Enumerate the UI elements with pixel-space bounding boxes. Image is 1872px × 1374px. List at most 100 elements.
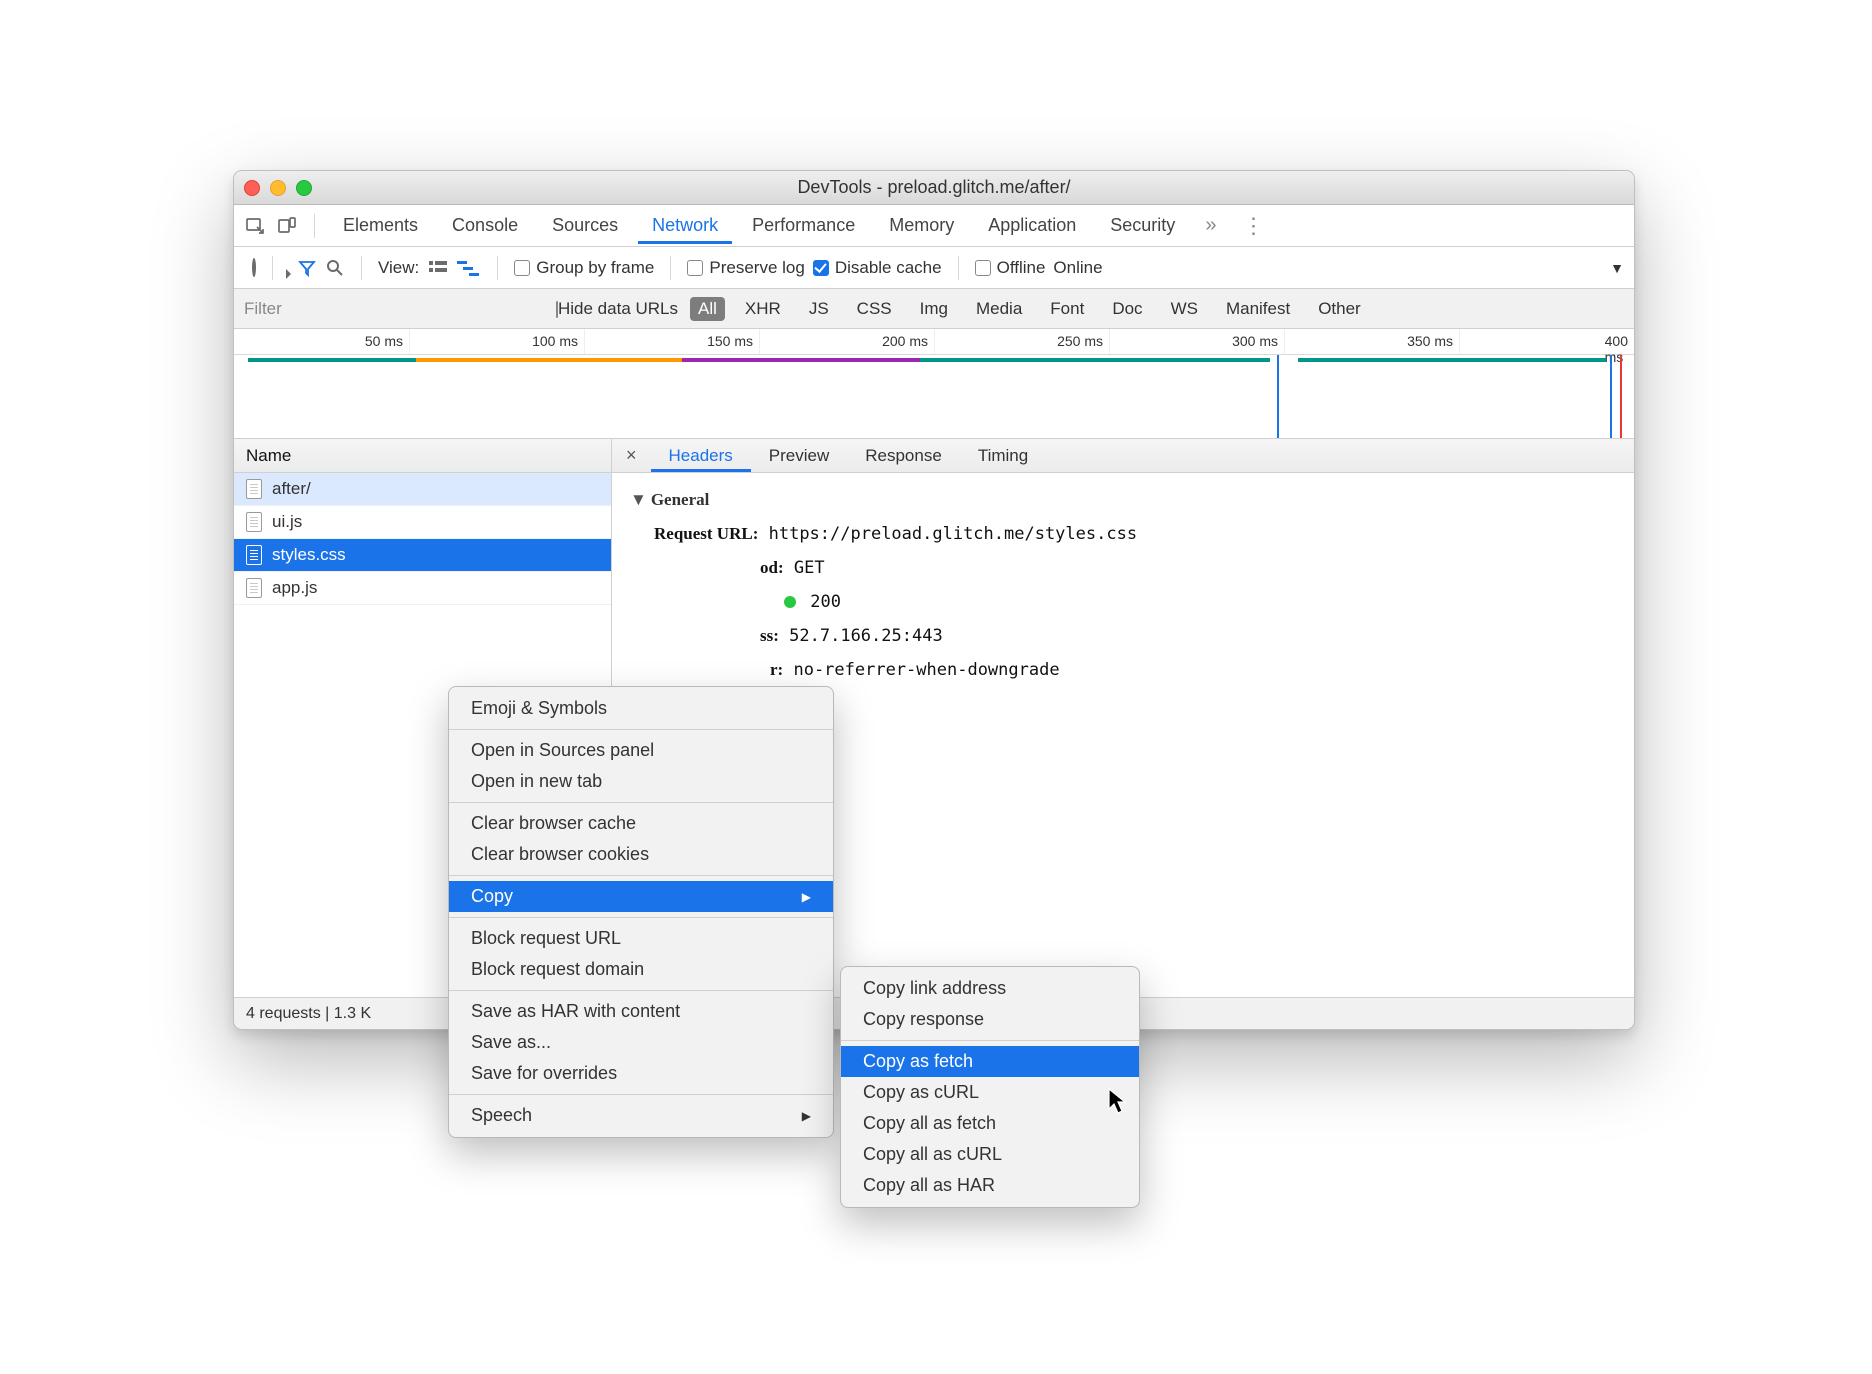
window-title: DevTools - preload.glitch.me/after/ [234, 177, 1634, 198]
details-tabbar: × Headers Preview Response Timing [612, 439, 1634, 473]
tab-network[interactable]: Network [638, 207, 732, 244]
type-all[interactable]: All [690, 297, 725, 321]
tick-label: 50 ms [365, 333, 409, 349]
name-column-header[interactable]: Name [234, 439, 611, 473]
network-toolbar: View: Group by frame Preserve log Disabl… [234, 247, 1634, 289]
overview-toggle-icon[interactable] [457, 259, 481, 277]
val-address: 52.7.166.25:443 [789, 626, 943, 646]
menu-save-overrides[interactable]: Save for overrides [449, 1058, 833, 1089]
request-name: styles.css [272, 545, 346, 565]
request-name: ui.js [272, 512, 302, 532]
filter-bar: Hide data URLs All XHR JS CSS Img Media … [234, 289, 1634, 329]
menu-clear-cache[interactable]: Clear browser cache [449, 808, 833, 839]
hide-data-urls-checkbox[interactable]: Hide data URLs [556, 299, 678, 319]
overview-timeline[interactable]: 50 ms 100 ms 150 ms 200 ms 250 ms 300 ms… [234, 329, 1634, 439]
inspect-element-icon[interactable] [242, 213, 268, 239]
menu-speech[interactable]: Speech [449, 1100, 833, 1131]
close-details-button[interactable]: × [612, 445, 651, 466]
detail-tab-preview[interactable]: Preview [751, 440, 847, 472]
search-icon[interactable] [325, 258, 345, 278]
tick-label: 350 ms [1407, 333, 1459, 349]
type-js[interactable]: JS [801, 297, 837, 321]
menu-copy[interactable]: Copy [449, 881, 833, 912]
type-doc[interactable]: Doc [1104, 297, 1150, 321]
toggle-device-icon[interactable] [274, 213, 300, 239]
document-icon [246, 578, 262, 598]
tab-performance[interactable]: Performance [738, 207, 869, 244]
copy-submenu: Copy link address Copy response Copy as … [840, 966, 1140, 1208]
menu-save-har[interactable]: Save as HAR with content [449, 996, 833, 1027]
tick-label: 250 ms [1057, 333, 1109, 349]
throttling-dropdown-icon[interactable]: ▼ [1610, 260, 1624, 276]
detail-tab-timing[interactable]: Timing [960, 440, 1046, 472]
val-method: GET [794, 558, 825, 578]
filter-toggle-icon[interactable] [297, 258, 317, 278]
type-img[interactable]: Img [912, 297, 956, 321]
key-method-partial: od: [760, 558, 784, 577]
tabs-overflow-button[interactable]: » [1195, 214, 1226, 237]
settings-kebab-icon[interactable]: ⋮ [1232, 213, 1272, 239]
val-request-url: https://preload.glitch.me/styles.css [769, 524, 1137, 544]
content-area: Name after/ ui.js styles.css app.js × He… [234, 439, 1634, 997]
disable-cache-checkbox[interactable]: Disable cache [813, 258, 942, 278]
request-name: after/ [272, 479, 311, 499]
type-font[interactable]: Font [1042, 297, 1092, 321]
menu-open-sources[interactable]: Open in Sources panel [449, 735, 833, 766]
titlebar: DevTools - preload.glitch.me/after/ [234, 171, 1634, 205]
type-media[interactable]: Media [968, 297, 1030, 321]
request-row[interactable]: app.js [234, 572, 611, 605]
menu-block-url[interactable]: Block request URL [449, 923, 833, 954]
context-menu: Emoji & Symbols Open in Sources panel Op… [448, 686, 834, 1138]
type-other[interactable]: Other [1310, 297, 1369, 321]
menu-copy-all-har[interactable]: Copy all as HAR [841, 1170, 1139, 1201]
document-icon [246, 512, 262, 532]
menu-emoji[interactable]: Emoji & Symbols [449, 693, 833, 724]
main-tabbar: Elements Console Sources Network Perform… [234, 205, 1634, 247]
type-xhr[interactable]: XHR [737, 297, 789, 321]
separator [314, 214, 315, 238]
menu-block-domain[interactable]: Block request domain [449, 954, 833, 985]
document-icon [246, 479, 262, 499]
type-css[interactable]: CSS [849, 297, 900, 321]
document-icon [246, 545, 262, 565]
menu-copy-all-curl[interactable]: Copy all as cURL [841, 1139, 1139, 1170]
request-name: app.js [272, 578, 317, 598]
menu-copy-curl[interactable]: Copy as cURL [841, 1077, 1139, 1108]
tab-elements[interactable]: Elements [329, 207, 432, 244]
type-ws[interactable]: WS [1163, 297, 1206, 321]
menu-copy-link[interactable]: Copy link address [841, 973, 1139, 1004]
key-request-url: Request URL: [654, 524, 758, 543]
offline-checkbox[interactable]: Offline [975, 258, 1046, 278]
tab-sources[interactable]: Sources [538, 207, 632, 244]
menu-copy-fetch[interactable]: Copy as fetch [841, 1046, 1139, 1077]
menu-open-tab[interactable]: Open in new tab [449, 766, 833, 797]
menu-save-as[interactable]: Save as... [449, 1027, 833, 1058]
menu-copy-response[interactable]: Copy response [841, 1004, 1139, 1035]
request-row[interactable]: after/ [234, 473, 611, 506]
detail-tab-headers[interactable]: Headers [651, 440, 751, 472]
preserve-log-checkbox[interactable]: Preserve log [687, 258, 804, 278]
tab-memory[interactable]: Memory [875, 207, 968, 244]
key-address-partial: ss: [760, 626, 779, 645]
tick-label: 300 ms [1232, 333, 1284, 349]
tick-label: 200 ms [882, 333, 934, 349]
devtools-window: DevTools - preload.glitch.me/after/ Elem… [233, 170, 1635, 1030]
tab-console[interactable]: Console [438, 207, 532, 244]
detail-tab-response[interactable]: Response [847, 440, 960, 472]
group-by-frame-checkbox[interactable]: Group by frame [514, 258, 654, 278]
tick-label: 150 ms [707, 333, 759, 349]
menu-copy-all-fetch[interactable]: Copy all as fetch [841, 1108, 1139, 1139]
val-referrer: no-referrer-when-downgrade [793, 660, 1059, 680]
tab-security[interactable]: Security [1096, 207, 1189, 244]
type-manifest[interactable]: Manifest [1218, 297, 1298, 321]
request-row[interactable]: styles.css [234, 539, 611, 572]
request-row[interactable]: ui.js [234, 506, 611, 539]
val-status: 200 [810, 592, 841, 612]
clear-button[interactable] [252, 260, 256, 275]
tab-application[interactable]: Application [974, 207, 1090, 244]
throttling-select[interactable]: Online [1053, 258, 1102, 278]
filter-input[interactable] [244, 299, 544, 319]
menu-clear-cookies[interactable]: Clear browser cookies [449, 839, 833, 870]
status-text: 4 requests | 1.3 K [246, 1005, 371, 1023]
large-rows-icon[interactable] [427, 259, 449, 277]
